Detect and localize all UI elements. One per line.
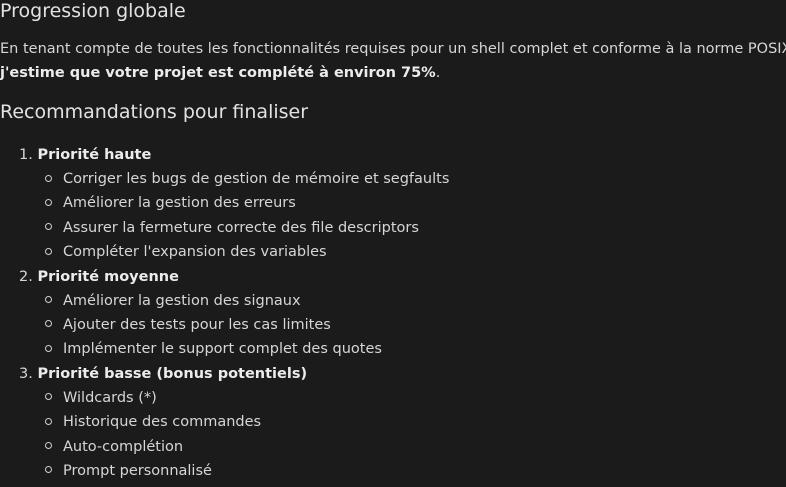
priority-group-low: 3. Priorité basse (bonus potentiels) Wil…	[0, 362, 449, 484]
list-item: Assurer la fermeture correcte des file d…	[0, 216, 449, 240]
task-list: Corriger les bugs de gestion de mémoire …	[0, 167, 449, 265]
progress-period: .	[435, 65, 441, 81]
list-item: Prompt personnalisé	[0, 459, 449, 483]
priority-number: 3.	[19, 365, 33, 382]
list-item-text: Historique des commandes	[63, 414, 262, 431]
priority-list: 1. Priorité haute Corriger les bugs de g…	[0, 143, 449, 483]
list-item-text: Prompt personnalisé	[63, 462, 212, 479]
list-item: Ajouter des tests pour les cas limites	[0, 313, 449, 337]
list-item-text: Wildcards (*)	[63, 389, 157, 406]
list-item-text: Implémenter le support complet des quote…	[63, 341, 382, 358]
list-item: Auto-complétion	[0, 435, 449, 459]
bullet-circle-icon	[45, 417, 52, 425]
priority-label: Priorité basse (bonus potentiels)	[37, 365, 308, 382]
list-item: Historique des commandes	[0, 410, 449, 434]
list-item: Améliorer la gestion des erreurs	[0, 191, 449, 215]
bullet-circle-icon	[45, 344, 52, 352]
bullet-circle-icon	[45, 223, 52, 231]
priority-header: 3. Priorité basse (bonus potentiels)	[0, 362, 449, 386]
bullet-circle-icon	[45, 174, 52, 182]
bullet-circle-icon	[45, 393, 52, 401]
list-item-text: Compléter l'expansion des variables	[63, 244, 327, 261]
section-heading-global-progress: Progression globale	[0, 0, 186, 22]
task-list: Wildcards (*) Historique des commandes A…	[0, 386, 449, 484]
list-item: Implémenter le support complet des quote…	[0, 337, 449, 361]
list-item: Wildcards (*)	[0, 386, 449, 410]
list-item-text: Auto-complétion	[63, 438, 184, 455]
list-item-text: Assurer la fermeture correcte des file d…	[63, 219, 419, 236]
list-item-text: Ajouter des tests pour les cas limites	[63, 316, 331, 333]
priority-label: Priorité moyenne	[37, 268, 179, 285]
section-heading-recommendations: Recommandations pour finaliser	[0, 101, 309, 123]
bullet-circle-icon	[45, 320, 52, 328]
list-item: Améliorer la gestion des signaux	[0, 289, 449, 313]
priority-header: 1. Priorité haute	[0, 143, 449, 167]
list-item: Compléter l'expansion des variables	[0, 240, 449, 264]
list-item: Corriger les bugs de gestion de mémoire …	[0, 167, 449, 191]
list-item-text: Corriger les bugs de gestion de mémoire …	[63, 171, 450, 187]
bullet-circle-icon	[45, 442, 52, 450]
progress-text: En tenant compte de toutes les fonctionn…	[0, 41, 786, 57]
bullet-circle-icon	[45, 466, 52, 474]
list-item-text: Améliorer la gestion des signaux	[63, 292, 301, 309]
bullet-circle-icon	[45, 296, 52, 304]
priority-number: 1.	[19, 147, 33, 163]
bullet-circle-icon	[45, 198, 52, 206]
priority-group-medium: 2. Priorité moyenne Améliorer la gestion…	[0, 265, 449, 362]
priority-label: Priorité haute	[37, 147, 152, 163]
priority-group-high: 1. Priorité haute Corriger les bugs de g…	[0, 143, 449, 265]
progress-estimate: j'estime que votre projet est complété à…	[0, 65, 436, 81]
priority-number: 2.	[19, 268, 33, 285]
list-item-text: Améliorer la gestion des erreurs	[63, 195, 296, 212]
progress-paragraph: En tenant compte de toutes les fonctionn…	[0, 37, 786, 85]
priority-header: 2. Priorité moyenne	[0, 265, 449, 289]
task-list: Améliorer la gestion des signaux Ajouter…	[0, 289, 449, 362]
bullet-circle-icon	[45, 247, 52, 255]
